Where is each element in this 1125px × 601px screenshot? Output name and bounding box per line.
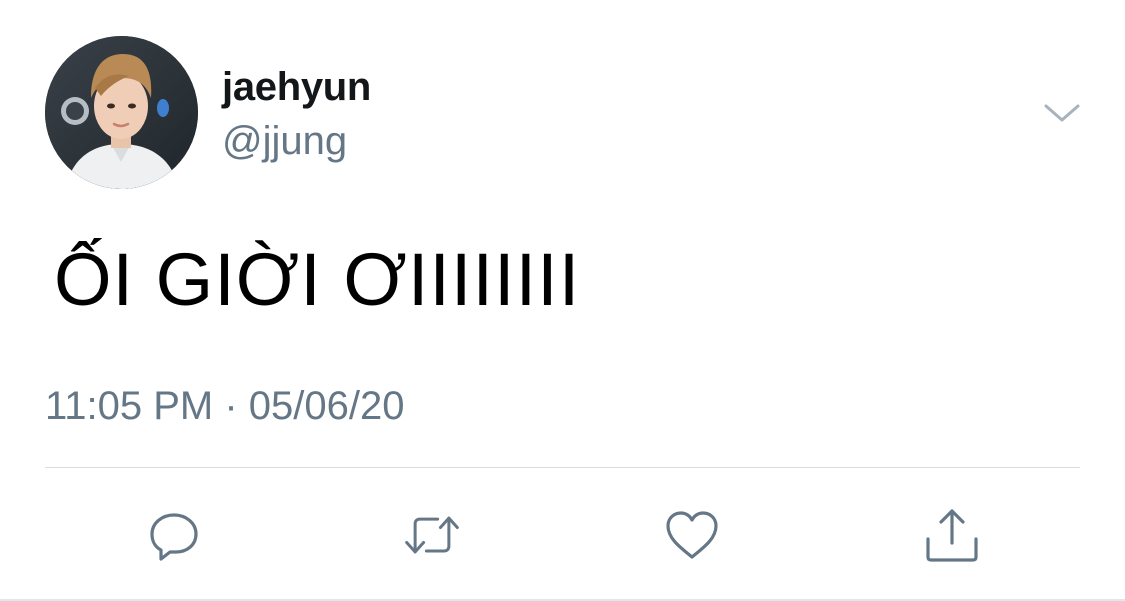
heart-icon — [666, 511, 718, 559]
chevron-down-icon[interactable] — [1040, 98, 1084, 128]
display-name[interactable]: jaehyun — [222, 63, 371, 111]
tweet-text: ỐI GIỜI ƠIIIIIIII — [54, 238, 581, 321]
tweet-detail: jaehyun @jjung ỐI GIỜI ƠIIIIIIII 11:05 P… — [0, 0, 1125, 601]
user-handle[interactable]: @jjung — [222, 117, 347, 165]
like-button[interactable] — [662, 505, 722, 565]
divider — [45, 467, 1080, 468]
reply-icon — [150, 513, 198, 561]
avatar[interactable] — [45, 36, 198, 189]
share-button[interactable] — [922, 505, 982, 565]
share-icon — [926, 509, 978, 562]
tweet-timestamp: 11:05 PM · 05/06/20 — [45, 384, 405, 428]
retweet-icon — [405, 516, 459, 554]
retweet-button[interactable] — [402, 505, 462, 565]
reply-button[interactable] — [144, 505, 204, 565]
